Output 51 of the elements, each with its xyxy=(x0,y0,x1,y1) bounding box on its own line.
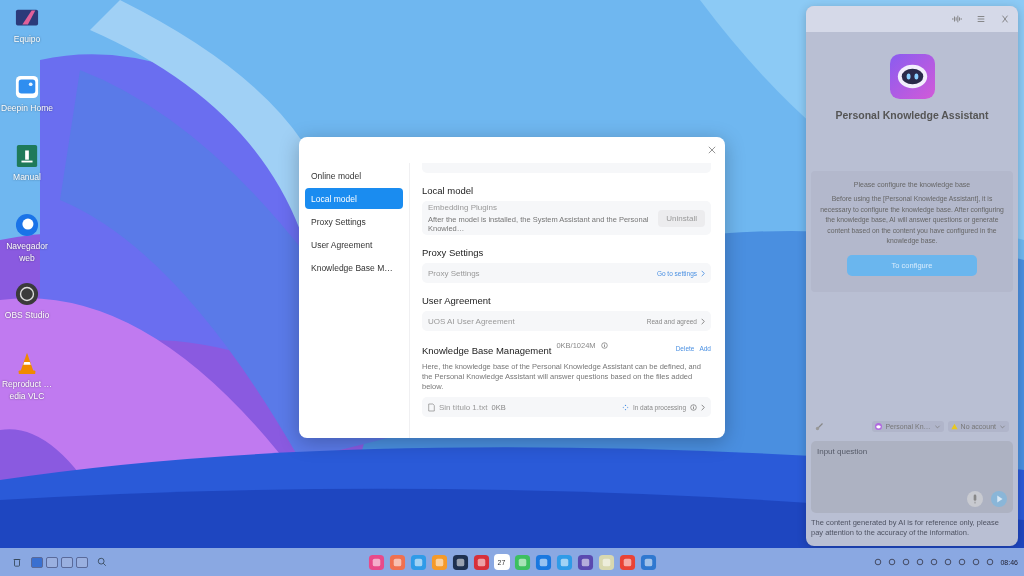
voice-icon[interactable] xyxy=(952,14,962,24)
app-icon[interactable] xyxy=(639,553,657,571)
robot-icon xyxy=(875,422,883,430)
panel-title: Personal Knowledge Assistant xyxy=(835,109,989,121)
obs-icon[interactable] xyxy=(15,282,39,306)
workspace-thumbnail[interactable] xyxy=(61,556,73,568)
info-icon xyxy=(690,403,697,411)
uninstall-button[interactable]: Uninstall xyxy=(658,209,705,227)
trash-icon[interactable] xyxy=(12,557,22,567)
spinner-icon xyxy=(621,403,629,411)
chevron-right-icon xyxy=(701,269,705,277)
desktop-icon-label[interactable]: OBS Studio xyxy=(0,309,54,321)
section-heading: Proxy Settings xyxy=(422,247,485,258)
info-icon xyxy=(600,342,608,349)
warning-icon xyxy=(950,422,958,430)
workspace-thumbnail[interactable] xyxy=(31,556,43,568)
send-icon[interactable] xyxy=(991,491,1007,507)
desktop-icon-label[interactable]: Manual xyxy=(0,171,54,183)
app-icon[interactable] xyxy=(576,553,594,571)
file-name: Sin título 1.txt xyxy=(439,402,488,412)
document-icon xyxy=(428,402,435,412)
workspace-thumbnail[interactable] xyxy=(46,556,58,568)
plugin-title: Embedding Plugins xyxy=(428,203,498,212)
row-label: Proxy Settings xyxy=(428,268,480,278)
section-heading: Local model xyxy=(422,185,475,196)
desktop-icon-label[interactable]: Reproduct …edia VLC xyxy=(0,378,54,402)
app-icon[interactable] xyxy=(451,553,469,571)
nav-item[interactable]: Knowledge Base M… xyxy=(305,257,403,278)
chevron-right-icon xyxy=(701,317,705,325)
section-heading: User Agreement xyxy=(422,295,492,306)
menu-icon[interactable] xyxy=(976,14,986,24)
nav-item[interactable]: User Agreement xyxy=(305,234,403,255)
nav-item[interactable]: Local model xyxy=(305,188,403,209)
desktop-icon-label[interactable]: Equipo xyxy=(0,33,54,45)
brush-icon[interactable] xyxy=(815,421,825,431)
desktop-icon-label[interactable]: Navegador web xyxy=(0,240,54,264)
search-icon[interactable] xyxy=(97,557,107,567)
close-icon[interactable] xyxy=(708,146,716,154)
workspace-thumbnail[interactable] xyxy=(76,556,88,568)
desktop-icon-label[interactable]: Deepin Home xyxy=(0,102,54,114)
close-icon[interactable] xyxy=(1000,14,1010,24)
question-input[interactable]: Input question xyxy=(817,447,1007,456)
app-icon[interactable] xyxy=(472,553,490,571)
browser-icon[interactable] xyxy=(15,213,39,237)
nav-item[interactable]: Proxy Settings xyxy=(305,211,403,232)
row-label: UOS AI User Agreement xyxy=(428,316,515,326)
section-heading: Knowledge Base Management xyxy=(422,345,552,356)
robot-logo-icon xyxy=(889,54,935,99)
app-icon[interactable] xyxy=(534,553,552,571)
nav-item[interactable]: Online model xyxy=(305,165,403,186)
chevron-right-icon xyxy=(701,403,705,411)
